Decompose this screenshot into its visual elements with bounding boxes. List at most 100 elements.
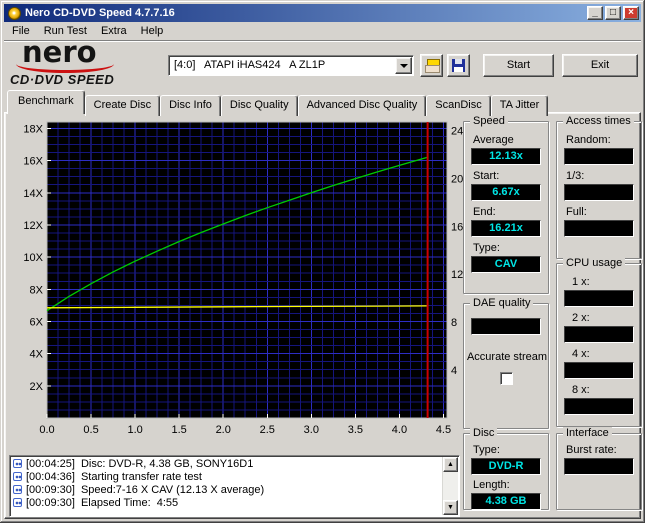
app-window: Nero CD-DVD Speed 4.7.7.16 _ □ × File Ru… <box>0 0 645 523</box>
log-row[interactable]: [00:04:25] Disc: DVD-R, 4.38 GB, SONY16D1 <box>12 458 441 471</box>
tab-disc-quality[interactable]: Disc Quality <box>220 95 298 116</box>
one-third-access-label: 1/3: <box>566 170 585 182</box>
minimize-button[interactable]: _ <box>587 6 603 20</box>
svg-text:0.5: 0.5 <box>83 424 98 436</box>
menubar: File Run Test Extra Help <box>4 22 641 41</box>
log-info-icon <box>13 485 22 494</box>
log-text: Speed:7-16 X CAV (12.13 X average) <box>80 484 265 496</box>
nero-product-text: CD·DVD SPEED <box>10 72 115 87</box>
log-listbox: [00:04:25] Disc: DVD-R, 4.38 GB, SONY16D1… <box>9 455 460 517</box>
drive-select-arrow[interactable] <box>395 57 412 74</box>
log-text: Elapsed Time: 4:55 <box>80 497 179 509</box>
save-results-button[interactable] <box>447 54 470 77</box>
chevron-down-icon <box>399 63 408 68</box>
interface-panel-title: Interface <box>563 427 612 439</box>
scrollbar-up-button[interactable]: ▲ <box>443 457 458 472</box>
burst-rate-label: Burst rate: <box>566 444 617 456</box>
random-access-value <box>564 148 634 165</box>
menu-extra[interactable]: Extra <box>94 23 134 39</box>
svg-text:1.0: 1.0 <box>127 424 142 436</box>
svg-text:10X: 10X <box>23 252 43 264</box>
tab-advanced-disc-quality[interactable]: Advanced Disc Quality <box>297 95 427 116</box>
speed-type-value: CAV <box>471 256 541 273</box>
svg-text:4: 4 <box>451 365 457 377</box>
disc-panel: Disc Type: DVD-R Length: 4.38 GB <box>463 427 549 510</box>
accurate-stream-checkbox[interactable] <box>499 372 513 385</box>
log-row[interactable]: [00:09:30] Speed:7-16 X CAV (12.13 X aver… <box>12 484 441 497</box>
options-button[interactable] <box>420 54 443 77</box>
cpu-8x-value <box>564 398 634 415</box>
benchmark-tab-page: 2X 4X 6X 8X 10X 12X 14X 16X 18X 4 8 12 16 20 24 0.0 0.5 1… <box>4 112 642 519</box>
disc-length-label: Length: <box>473 479 510 491</box>
scrollbar-down-button[interactable]: ▼ <box>443 500 458 515</box>
drive-select-value: [4:0] ATAPI iHAS424 A ZL1P <box>174 59 326 71</box>
dae-quality-panel: DAE quality Accurate stream <box>463 297 549 429</box>
log-scrollbar[interactable]: ▲ ▼ <box>442 457 458 515</box>
disc-type-value: DVD-R <box>471 458 541 475</box>
drive-select[interactable]: [4:0] ATAPI iHAS424 A ZL1P <box>168 55 414 76</box>
tab-benchmark[interactable]: Benchmark <box>7 90 85 114</box>
menu-help[interactable]: Help <box>134 23 171 39</box>
tab-scandisc[interactable]: ScanDisc <box>426 95 491 116</box>
cpu-1x-label: 1 x: <box>572 276 590 288</box>
svg-text:16: 16 <box>451 221 463 233</box>
cpu-2x-label: 2 x: <box>572 312 590 324</box>
titlebar: Nero CD-DVD Speed 4.7.7.16 _ □ × <box>4 4 641 22</box>
svg-text:24: 24 <box>451 125 463 137</box>
log-time: [00:09:30] <box>26 497 75 509</box>
log-info-icon <box>13 459 22 468</box>
svg-text:20: 20 <box>451 173 463 185</box>
end-speed-label: End: <box>473 206 496 218</box>
one-third-access-value <box>564 184 634 201</box>
log-rows: [00:04:25] Disc: DVD-R, 4.38 GB, SONY16D1… <box>12 458 441 510</box>
svg-text:12: 12 <box>451 269 463 281</box>
start-speed-value: 6.67x <box>471 184 541 201</box>
app-icon <box>8 6 21 20</box>
disc-type-label: Type: <box>473 444 500 456</box>
tab-create-disc[interactable]: Create Disc <box>84 95 161 116</box>
average-speed-value: 12.13x <box>471 148 541 165</box>
full-access-label: Full: <box>566 206 587 218</box>
floppy-icon <box>452 59 465 72</box>
log-time: [00:04:25] <box>26 458 75 470</box>
log-text: Starting transfer rate test <box>80 471 202 483</box>
tab-disc-info[interactable]: Disc Info <box>160 95 221 116</box>
svg-text:4X: 4X <box>30 349 44 361</box>
svg-text:4.0: 4.0 <box>392 424 407 436</box>
toolbar: nero CD·DVD SPEED [4:0] ATAPI iHAS424 A … <box>4 35 641 90</box>
svg-text:2.5: 2.5 <box>260 424 275 436</box>
maximize-button[interactable]: □ <box>605 6 621 20</box>
svg-text:4.5: 4.5 <box>436 424 451 436</box>
log-text: Disc: DVD-R, 4.38 GB, SONY16D1 <box>80 458 254 470</box>
cpu-2x-value <box>564 326 634 343</box>
nero-swoosh-icon <box>16 55 114 73</box>
svg-text:14X: 14X <box>23 188 43 200</box>
start-speed-label: Start: <box>473 170 500 182</box>
benchmark-chart: 2X 4X 6X 8X 10X 12X 14X 16X 18X 4 8 12 16 20 24 0.0 0.5 1… <box>5 116 467 440</box>
dae-quality-value <box>471 318 541 335</box>
random-access-label: Random: <box>566 134 611 146</box>
interface-panel: Interface Burst rate: <box>556 427 642 510</box>
speed-panel-title: Speed <box>470 115 508 127</box>
start-button[interactable]: Start <box>483 54 554 77</box>
cpu-usage-panel: CPU usage 1 x: 2 x: 4 x: 8 x: <box>556 257 642 427</box>
svg-text:16X: 16X <box>23 156 43 168</box>
cpu-usage-title: CPU usage <box>563 257 626 269</box>
svg-text:8: 8 <box>451 317 457 329</box>
svg-text:8X: 8X <box>30 284 44 296</box>
speed-type-label: Type: <box>473 242 500 254</box>
cpu-8x-label: 8 x: <box>572 384 590 396</box>
average-speed-label: Average <box>473 134 514 146</box>
tab-ta-jitter[interactable]: TA Jitter <box>490 95 549 116</box>
svg-text:2X: 2X <box>30 381 44 393</box>
access-times-title: Access times <box>563 115 634 127</box>
close-button[interactable]: × <box>623 6 639 20</box>
exit-button[interactable]: Exit <box>562 54 638 77</box>
log-info-icon <box>13 498 22 507</box>
nero-logo: nero CD·DVD SPEED <box>8 35 168 89</box>
svg-text:1.5: 1.5 <box>172 424 187 436</box>
log-row[interactable]: [00:04:36] Starting transfer rate test <box>12 471 441 484</box>
accurate-stream-label: Accurate stream <box>466 351 548 363</box>
log-row[interactable]: [00:09:30] Elapsed Time: 4:55 <box>12 497 441 510</box>
cpu-4x-label: 4 x: <box>572 348 590 360</box>
